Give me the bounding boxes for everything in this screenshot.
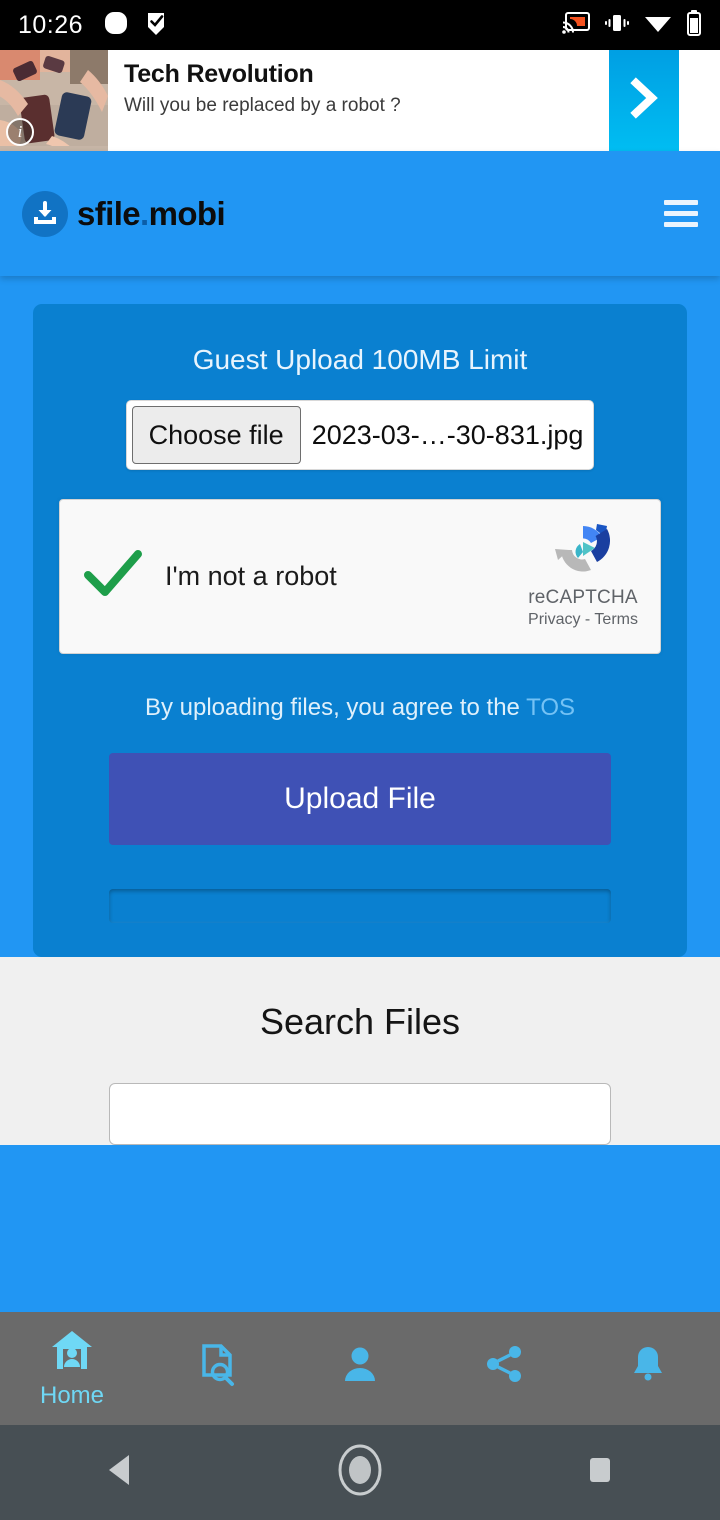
- hamburger-bar-1: [664, 200, 698, 205]
- home-circle-icon: [332, 1440, 388, 1505]
- tab-share[interactable]: [432, 1341, 576, 1396]
- recaptcha-brand-name: reCAPTCHA: [528, 587, 638, 608]
- android-navigation-bar: [0, 1425, 720, 1520]
- person-icon: [337, 1341, 383, 1392]
- site-header: sfile.mobi: [0, 151, 720, 276]
- logo-suffix: mobi: [148, 194, 226, 232]
- file-picker[interactable]: Choose file 2023-03-…-30-831.jpg: [125, 400, 595, 470]
- hamburger-bar-3: [664, 222, 698, 227]
- status-bar-notification-icons: [103, 10, 169, 41]
- hamburger-bar-2: [664, 211, 698, 216]
- site-logo[interactable]: sfile.mobi: [22, 190, 226, 237]
- hamburger-menu-icon[interactable]: [664, 200, 698, 227]
- site-logo-text: sfile.mobi: [77, 194, 226, 233]
- battery-icon: [686, 9, 702, 41]
- page-body: Guest Upload 100MB Limit Choose file 202…: [0, 276, 720, 957]
- rounded-square-icon: [103, 10, 129, 41]
- upload-progress-bar: [109, 889, 611, 923]
- ad-banner[interactable]: i Tech Revolution Will you be replaced b…: [0, 50, 720, 151]
- cast-icon: [562, 11, 590, 40]
- nav-back-button[interactable]: [60, 1425, 180, 1520]
- tab-notifications[interactable]: [576, 1341, 720, 1396]
- back-triangle-icon: [103, 1451, 137, 1494]
- recents-square-icon: [583, 1451, 617, 1494]
- ad-text-block: Tech Revolution Will you be replaced by …: [108, 50, 609, 151]
- tos-text: By uploading files, you agree to the: [144, 694, 527, 721]
- search-input[interactable]: [109, 1083, 611, 1145]
- vibrate-icon: [604, 11, 630, 40]
- ad-thumbnail-image: i: [0, 50, 108, 151]
- status-bar-system-icons: [562, 9, 702, 41]
- nav-recents-button[interactable]: [540, 1425, 660, 1520]
- search-section: Search Files: [0, 957, 720, 1145]
- bell-icon: [625, 1341, 671, 1392]
- recaptcha-label: I'm not a robot: [165, 561, 337, 591]
- home-person-icon: [49, 1327, 95, 1378]
- logo-dot: .: [140, 194, 149, 232]
- recaptcha-legal-links[interactable]: Privacy - Terms: [524, 611, 642, 629]
- tos-link[interactable]: TOS: [526, 694, 575, 721]
- flag-check-icon: [143, 10, 169, 41]
- selected-file-name: 2023-03-…-30-831.jpg: [311, 419, 584, 450]
- ad-info-badge[interactable]: i: [6, 118, 34, 146]
- upload-file-button[interactable]: Upload File: [109, 753, 611, 845]
- tos-notice: By uploading files, you agree to the TOS: [55, 694, 665, 722]
- ad-subtitle: Will you be replaced by a robot ?: [124, 94, 401, 116]
- tab-account[interactable]: [288, 1341, 432, 1396]
- search-section-title: Search Files: [259, 1001, 461, 1042]
- tab-home-label: Home: [39, 1382, 105, 1409]
- tab-home[interactable]: Home: [0, 1327, 144, 1410]
- logo-name: sfile: [77, 194, 141, 232]
- ad-title: Tech Revolution: [124, 60, 314, 88]
- android-status-bar: 10:26: [0, 0, 720, 50]
- chevron-right-icon: [624, 75, 664, 126]
- wifi-icon: [644, 12, 672, 39]
- download-icon: [22, 190, 68, 237]
- ad-cta-button[interactable]: [609, 50, 679, 151]
- recaptcha-checkbox[interactable]: [60, 548, 165, 605]
- document-search-icon: [193, 1341, 239, 1392]
- recaptcha-widget[interactable]: I'm not a robot reCAPTCHA Privacy - Term…: [59, 499, 661, 654]
- checkmark-icon: [82, 548, 144, 605]
- upload-card: Guest Upload 100MB Limit Choose file 202…: [33, 304, 687, 957]
- status-bar-clock: 10:26: [18, 10, 84, 39]
- choose-file-button[interactable]: Choose file: [131, 406, 301, 464]
- tab-files[interactable]: [144, 1341, 288, 1396]
- bottom-tab-bar: Home: [0, 1312, 720, 1425]
- recaptcha-branding: reCAPTCHA Privacy - Terms: [524, 520, 642, 629]
- recaptcha-logo-icon: [551, 524, 615, 582]
- share-icon: [481, 1341, 527, 1392]
- nav-home-button[interactable]: [300, 1425, 420, 1520]
- upload-card-title: Guest Upload 100MB Limit: [192, 344, 528, 375]
- ad-right-spacer: [679, 50, 720, 151]
